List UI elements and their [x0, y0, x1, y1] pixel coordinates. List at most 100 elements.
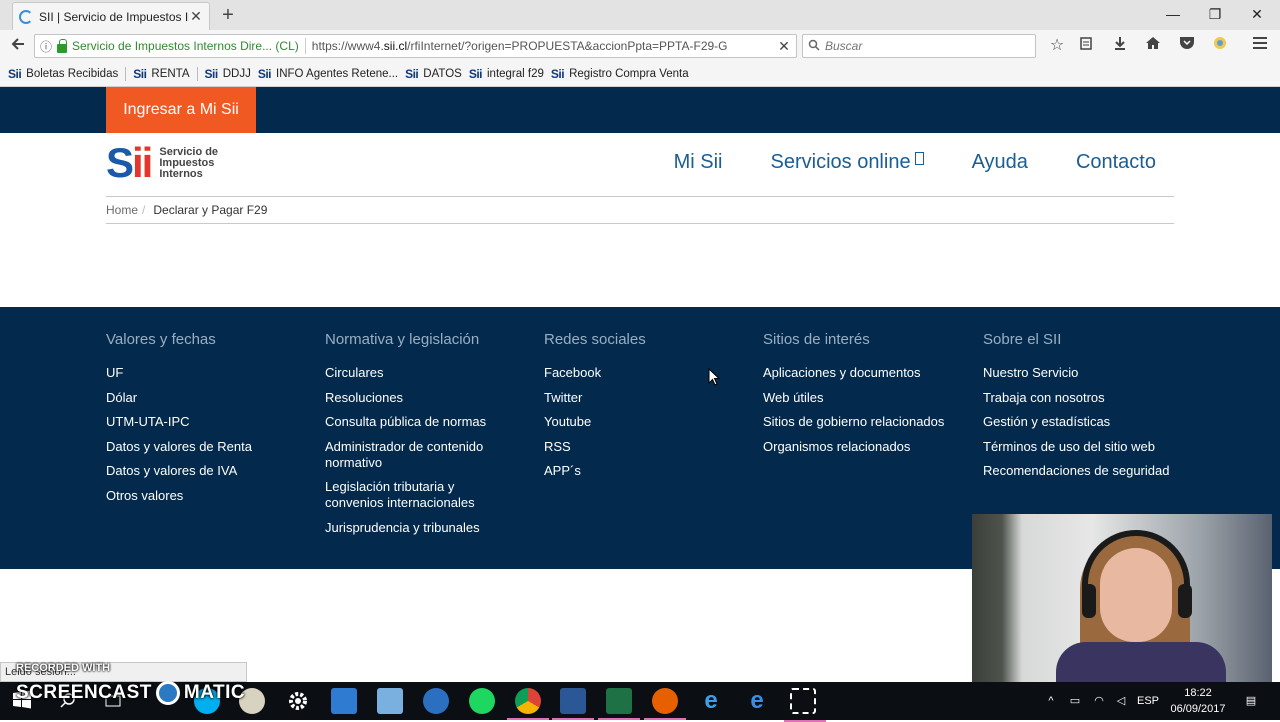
- footer-link[interactable]: Legislación tributaria y convenios inter…: [325, 479, 515, 511]
- bookmark-label: DDJJ: [222, 68, 251, 80]
- footer-link[interactable]: APP´s: [544, 463, 754, 479]
- lock-icon: [57, 38, 67, 53]
- footer-link[interactable]: Otros valores: [106, 488, 316, 504]
- divider: [106, 223, 1174, 224]
- minimize-button[interactable]: —: [1152, 0, 1194, 30]
- wifi-icon[interactable]: ◠: [1089, 682, 1109, 720]
- login-button[interactable]: Ingresar a Mi Sii: [106, 87, 256, 133]
- external-link-icon: [914, 152, 924, 165]
- show-hidden-icons-icon[interactable]: ^: [1043, 682, 1059, 720]
- firefox-icon[interactable]: [644, 688, 686, 720]
- bookmark-label: Boletas Recibidas: [26, 68, 119, 80]
- tab-close-icon[interactable]: ✕: [189, 8, 203, 25]
- outlook-icon[interactable]: [423, 688, 449, 714]
- excel-icon[interactable]: [598, 688, 640, 720]
- breadcrumb: Home / Declarar y Pagar F29: [106, 203, 267, 217]
- search-input[interactable]: [825, 39, 1025, 53]
- url-prefix: https://www4.: [311, 39, 384, 53]
- footer-link[interactable]: Twitter: [544, 390, 754, 406]
- tab-title: SII | Servicio de Impuestos Internos: [39, 9, 189, 24]
- word-icon[interactable]: [552, 688, 594, 720]
- battery-icon[interactable]: ▭: [1065, 682, 1085, 720]
- footer-link[interactable]: UF: [106, 365, 316, 381]
- footer-link[interactable]: UTM-UTA-IPC: [106, 414, 316, 430]
- bookmark-info-agentes[interactable]: Sii INFO Agentes Retene...: [258, 67, 398, 81]
- sii-logo[interactable]: Sii Servicio de Impuestos Internos: [106, 141, 239, 185]
- sii-bookmark-icon: Sii: [204, 67, 219, 81]
- language-indicator[interactable]: ESP: [1134, 682, 1162, 720]
- snipping-tool-icon[interactable]: [784, 688, 826, 722]
- footer-heading: Sobre el SII: [983, 331, 1062, 348]
- footer-link[interactable]: Datos y valores de Renta: [106, 439, 316, 455]
- close-window-button[interactable]: ✕: [1236, 0, 1278, 30]
- site-identity[interactable]: Servicio de Impuestos Internos Dire... (…: [72, 39, 299, 53]
- bookmark-ddjj[interactable]: Sii DDJJ: [205, 67, 251, 81]
- address-bar[interactable]: ⓘ Servicio de Impuestos Internos Dire...…: [34, 34, 797, 58]
- notification-center-icon[interactable]: ▤: [1240, 682, 1262, 720]
- footer-link[interactable]: Nuestro Servicio: [983, 365, 1193, 381]
- bookmark-integral-f29[interactable]: Sii integral f29: [469, 67, 544, 81]
- url-text[interactable]: https://www4.sii.cl/rfiInternet/?origen=…: [312, 39, 772, 53]
- volume-icon[interactable]: ◁: [1111, 682, 1131, 720]
- sii-bookmark-icon: Sii: [257, 67, 272, 81]
- mail-icon[interactable]: [331, 688, 357, 714]
- footer-link[interactable]: Recomendaciones de seguridad: [983, 463, 1193, 479]
- nav-contacto[interactable]: Contacto: [1076, 151, 1156, 174]
- system-clock[interactable]: 18:22 06/09/2017: [1163, 685, 1233, 717]
- stop-loading-icon[interactable]: ✕: [772, 38, 796, 55]
- scanner-icon[interactable]: [377, 688, 403, 714]
- bookmark-boletas[interactable]: Sii Boletas Recibidas: [8, 67, 118, 81]
- edge-icon[interactable]: e: [744, 688, 770, 714]
- footer-link[interactable]: Resoluciones: [325, 390, 515, 406]
- footer-link[interactable]: Youtube: [544, 414, 754, 430]
- footer-link[interactable]: Administrador de contenido normativo: [325, 439, 515, 471]
- menu-icon[interactable]: [1248, 35, 1272, 57]
- footer-link[interactable]: Sitios de gobierno relacionados: [763, 414, 973, 430]
- logo-letters-ii: ii: [132, 139, 153, 186]
- footer-link[interactable]: Consulta pública de normas: [325, 414, 515, 430]
- nav-servicios-online[interactable]: Servicios online: [771, 151, 924, 174]
- nav-mi-sii[interactable]: Mi Sii: [674, 151, 723, 174]
- restore-button[interactable]: ❐: [1194, 0, 1236, 30]
- footer-link[interactable]: Datos y valores de IVA: [106, 463, 316, 479]
- home-icon[interactable]: [1141, 35, 1165, 57]
- footer-heading: Valores y fechas: [106, 331, 216, 348]
- divider: [304, 38, 306, 54]
- footer-link[interactable]: Dólar: [106, 390, 316, 406]
- bookmark-registro-compra-venta[interactable]: Sii Registro Compra Venta: [551, 67, 689, 81]
- back-arrow-icon[interactable]: [6, 35, 30, 57]
- logo-letter-s: S: [106, 139, 134, 186]
- internet-explorer-icon[interactable]: e: [698, 688, 724, 714]
- footer-link[interactable]: Términos de uso del sitio web: [983, 439, 1193, 455]
- footer-link[interactable]: Facebook: [544, 365, 754, 381]
- breadcrumb-home[interactable]: Home: [106, 203, 138, 217]
- footer-link[interactable]: Jurisprudencia y tribunales: [325, 520, 515, 536]
- pocket-icon[interactable]: [1175, 35, 1199, 57]
- footer-link[interactable]: Web útiles: [763, 390, 973, 406]
- browser-tab[interactable]: SII | Servicio de Impuestos Internos ✕: [12, 2, 210, 30]
- bookmark-renta[interactable]: Sii RENTA: [133, 67, 189, 81]
- search-bar[interactable]: [802, 34, 1036, 58]
- new-tab-button[interactable]: +: [218, 4, 238, 26]
- bookmark-datos[interactable]: Sii DATOS: [405, 67, 462, 81]
- footer-link[interactable]: Gestión y estadísticas: [983, 414, 1193, 430]
- url-domain: sii.cl: [383, 39, 408, 53]
- reading-list-icon[interactable]: [1074, 35, 1098, 57]
- settings-icon[interactable]: [285, 688, 311, 714]
- info-icon[interactable]: ⓘ: [35, 38, 57, 55]
- nav-ayuda[interactable]: Ayuda: [972, 151, 1028, 174]
- spotify-icon[interactable]: [469, 688, 495, 714]
- footer-link[interactable]: Organismos relacionados: [763, 439, 973, 455]
- extension-icon[interactable]: [1208, 35, 1232, 57]
- chrome-icon[interactable]: [507, 688, 549, 720]
- star-icon[interactable]: ☆: [1045, 35, 1069, 57]
- divider: [196, 67, 198, 81]
- bookmark-label: Registro Compra Venta: [569, 68, 689, 80]
- nav-label: Servicios online: [770, 151, 911, 173]
- footer-link[interactable]: Aplicaciones y documentos: [763, 365, 973, 381]
- footer-link[interactable]: Circulares: [325, 365, 515, 381]
- footer-column-normativa: Normativa y legislación Circulares Resol…: [325, 331, 515, 544]
- footer-link[interactable]: RSS: [544, 439, 754, 455]
- download-icon[interactable]: [1108, 35, 1132, 57]
- footer-link[interactable]: Trabaja con nosotros: [983, 390, 1193, 406]
